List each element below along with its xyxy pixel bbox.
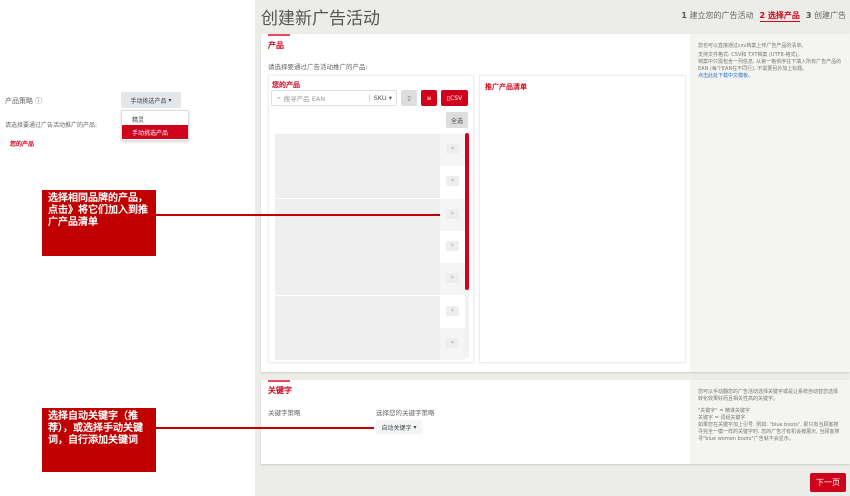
add-product-button[interactable]: » [446,337,459,348]
add-product-button[interactable]: » [446,273,459,284]
section-bar [268,34,290,36]
stepper: 1 建立您的广告活动 2 选择产品 3 创建广告 [681,10,846,22]
product-row: » [275,327,465,360]
scrollbar-thumb[interactable] [465,133,469,290]
add-product-button[interactable]: » [446,240,459,251]
dropdown-option-wizard[interactable]: 精灵 [122,111,188,125]
search-type-select[interactable]: SKU ▾ [368,94,396,102]
dropdown-option-manual[interactable]: 手动挑选产品 [122,125,188,139]
add-product-button[interactable]: » [446,208,459,219]
strategy-dropdown: 精灵 手动挑选产品 [121,110,189,141]
target-products-title: 推广产品清单 [485,83,527,91]
keyword-strategy-label: 关键字策略 [268,409,301,417]
next-page-button[interactable]: 下一页 [810,473,846,492]
products-prompt: 请选择要通过广告活动推广的产品: [268,63,368,71]
products-help: 您也可以直接通过csv档案上传广告产品的清单。 支持文件格式: CSV和 TXT… [690,34,850,372]
step-3: 3 创建广告 [805,11,846,20]
your-products-title: 您的产品 [272,81,300,89]
keywords-help: 您可以手动翻您的广告活动选择关键字或是让系统自动替您选择转化效果好而且相关性高的… [690,380,850,464]
section-bar [268,380,290,382]
step-1: 1 建立您的广告活动 [681,11,754,20]
clipboard-icon: ▯ [407,94,411,102]
annotation-products: 选择相同品牌的产品，点击》将它们加入到推广产品清单 [42,190,156,256]
add-product-button[interactable]: » [446,144,459,154]
product-row: » [275,230,465,263]
search-icon: ⌕ [277,93,281,102]
product-row: » [275,263,465,296]
add-product-button[interactable]: » [446,176,459,187]
download-template-link[interactable]: 点击此处下载中文模板。 [698,73,753,79]
product-placeholder [275,295,440,328]
select-all-button[interactable]: 全选 [446,112,468,128]
product-placeholder [275,134,440,166]
question-circle-icon: ⓘ [35,97,43,105]
product-placeholder [275,327,440,360]
product-row: » [275,166,465,199]
list-icon: ≡ [426,94,432,102]
csv-upload-button[interactable]: ▯ CSV [441,90,468,106]
product-placeholder [275,230,440,263]
choose-keyword-label: 选择您的关键字策略 [376,409,435,417]
product-strategy-button[interactable]: 手动挑选产品 ▾ [121,92,181,108]
products-title: 产品 [268,41,284,50]
clipboard-button[interactable]: ▯ [401,90,417,106]
product-row: » [275,295,465,328]
step-2: 2 选择产品 [759,11,800,22]
target-products-box [479,75,686,363]
annotation-line [156,427,374,429]
page-title: 创建新广告活动 [261,9,380,29]
keyword-strategy-button[interactable]: 自动关键字 ▾ [376,420,422,434]
product-row: » [275,134,465,166]
product-placeholder [275,263,440,296]
annotation-keywords: 选择自动关键字（推荐），或选择手动关键词，自行添加关键词 [42,408,156,472]
add-product-button[interactable]: » [446,305,459,316]
product-strategy-label: 产品策略 ⓘ [5,97,43,105]
left-your-products: 您的产品 [10,141,35,148]
list-button[interactable]: ≡ [421,90,437,106]
keywords-title: 关键字 [268,386,292,395]
left-prompt: 请选择要通过广告活动推广的产品: [5,122,98,129]
search-input[interactable]: ⌕ 搜寻产品 EAN SKU ▾ [271,90,397,106]
product-placeholder [275,166,440,199]
annotation-line [156,214,440,216]
